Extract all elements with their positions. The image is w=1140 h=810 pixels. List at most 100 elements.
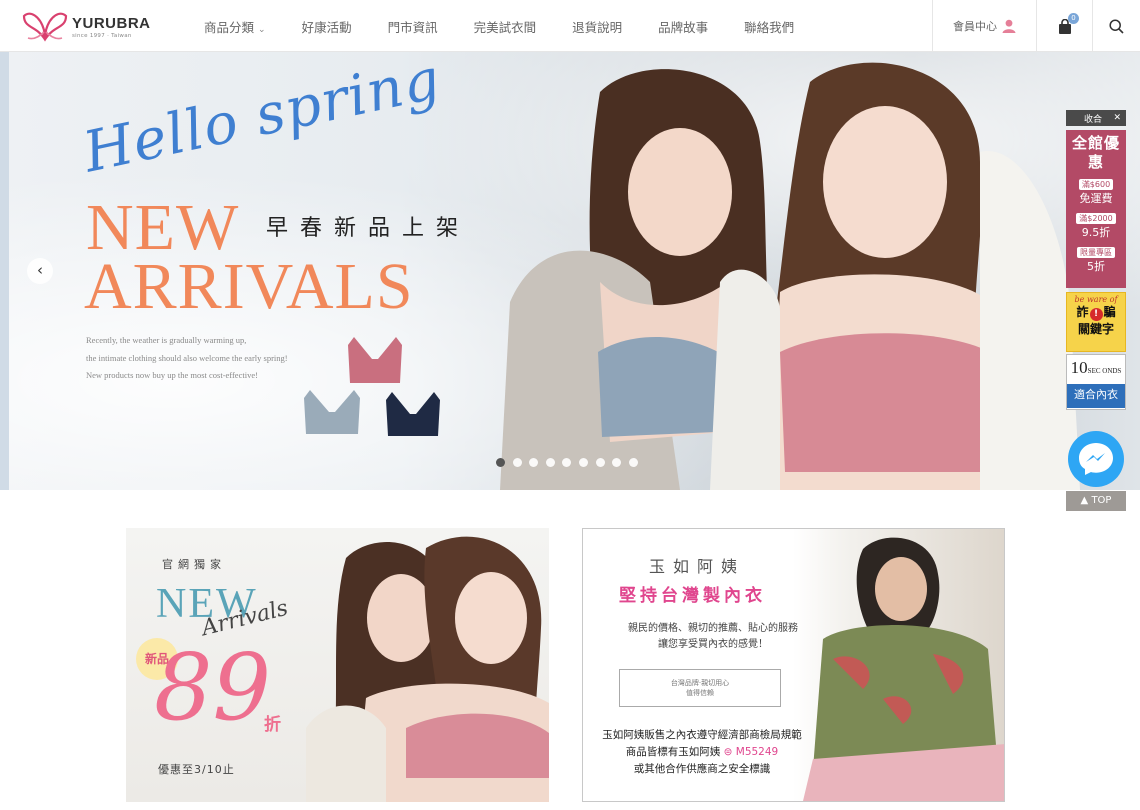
ten-seconds-logo: 10SEC ONDS [1067,355,1125,384]
nav-item-contact[interactable]: 聯絡我們 [744,17,794,36]
gray-bra-image [304,390,360,434]
fraud-char: 騙 [1103,305,1116,319]
hero-tagline: 早春新品上架 [266,216,471,241]
sec-number: 10 [1070,358,1088,377]
slide-dot[interactable] [628,458,638,467]
hero-prev-arrow[interactable]: ‹ [27,258,53,284]
brand-logo[interactable]: YURUBRA since 1997 · Taiwan [22,8,150,44]
site-promo-panel[interactable]: 全館優惠 滿$600 免運費 滿$2000 9.5折 限量專區 5折 [1066,130,1126,288]
fit-button-label: 適合內衣 [1067,384,1125,408]
pink-bra-image [348,337,402,383]
user-icon [1002,19,1016,33]
hero-pagination [496,458,645,467]
main-nav: 商品分類 ⌄ 好康活動 門市資訊 完美試衣間 退貨說明 品牌故事 聯絡我們 [186,0,812,52]
hero-description: Recently, the weather is gradually warmi… [86,332,288,385]
promo-models-image [306,536,549,802]
promo-title: 全館優惠 [1071,134,1120,171]
fraud-top-text: be ware of [1074,295,1118,304]
trust-line: 值得信賴 [686,689,714,697]
messenger-icon [1079,443,1113,475]
new-arrivals-promo-card[interactable]: 官網獨家 NEW Arrivals 新品 89 折 優惠至3/10止 [126,528,549,802]
brand-story-card[interactable]: 玉如阿姨 堅持台灣製內衣 親民的價格、親切的推薦、貼心的服務 讓您享受買內衣的感… [582,528,1005,802]
brand-name: YURUBRA [72,15,151,32]
collapse-button[interactable]: 收合 ✕ [1066,110,1126,126]
safety-line: 玉如阿姨販售之內衣遵守經濟部商檢局規範 [602,729,802,741]
service-line: 讓您享受買內衣的感覺！ [658,639,768,650]
inspection-mark-icon: ⊜ [723,746,733,758]
top-label: TOP [1091,495,1112,506]
cart-count-badge: 0 [1068,13,1079,24]
discount-unit: 折 [264,715,281,735]
nav-item-fitting-room[interactable]: 完美試衣間 [474,17,537,36]
collapse-label: 收合 [1084,114,1103,125]
header-actions: 會員中心 0 [932,0,1140,52]
slide-dot[interactable] [512,458,522,467]
hero-desc-line: New products now buy up the most cost-ef… [86,370,258,380]
nav-item-brand-story[interactable]: 品牌故事 [658,17,708,36]
nav-item-categories[interactable]: 商品分類 ⌄ [204,17,266,36]
fraud-char: 詐 [1076,305,1089,319]
promo-value: 5折 [1087,260,1105,273]
navy-bra-image [386,392,440,436]
alert-icon: ! [1089,308,1103,321]
slide-dot[interactable] [545,458,555,467]
promo-value: 免運費 [1079,192,1113,205]
back-to-top-button[interactable]: ▲ TOP [1066,491,1126,511]
search-button[interactable] [1092,0,1140,52]
side-widgets: 收合 ✕ 全館優惠 滿$600 免運費 滿$2000 9.5折 限量專區 5折 … [1066,110,1126,410]
hero-banner[interactable]: Hello spring NEW 早春新品上架 ARRIVALS Recentl… [0,52,1140,490]
exclusive-label: 官網獨家 [162,558,226,571]
slide-dot[interactable] [496,458,505,467]
ten-seconds-fit-panel[interactable]: 10SEC ONDS 適合內衣 [1066,354,1126,410]
nav-item-stores[interactable]: 門市資訊 [388,17,438,36]
butterfly-logo-icon [22,12,68,42]
promo-tag: 滿$2000 [1076,213,1116,224]
slide-dot[interactable] [529,458,539,467]
inspection-code: M55249 [735,746,779,758]
discount-number: 89 [154,634,272,741]
caret-up-icon: ▲ [1080,495,1089,506]
nav-item-returns[interactable]: 退貨說明 [572,17,622,36]
brand-founder-name: 玉如阿姨 [649,557,746,576]
sec-unit: SEC ONDS [1087,367,1122,375]
hero-title-line2: ARRIVALS [84,250,414,323]
fraud-bottom-text: 關鍵字 [1077,322,1114,336]
promo-value: 9.5折 [1081,226,1111,239]
nav-item-promotions[interactable]: 好康活動 [302,17,352,36]
service-line: 親民的價格、親切的推薦、貼心的服務 [628,623,798,634]
slide-dot[interactable] [595,458,605,467]
hero-edge [0,52,9,490]
site-header: YURUBRA since 1997 · Taiwan 商品分類 ⌄ 好康活動 門… [0,0,1140,52]
hero-desc-line: Recently, the weather is gradually warmi… [86,335,247,345]
member-center-button[interactable]: 會員中心 [932,0,1036,52]
slide-dot[interactable] [562,458,572,467]
nav-item-label: 商品分類 [204,19,255,35]
trust-line: 台灣品牌·親切用心 [670,679,730,687]
founder-photo [793,529,1004,801]
chevron-down-icon: ⌄ [258,24,266,35]
fraud-warning-panel[interactable]: be ware of 詐! 騙 關鍵字 [1066,292,1126,352]
founder-image [803,537,1004,801]
safety-line: 商品皆標有玉如阿姨 ⊜ M55249 [589,744,815,761]
fit-label: 適合內衣 [1074,388,1118,401]
close-icon: ✕ [1113,113,1121,123]
service-text: 親民的價格、親切的推薦、貼心的服務 讓您享受買內衣的感覺！ [603,621,823,653]
promo-tag: 滿$600 [1078,179,1114,190]
safety-notice: 玉如阿姨販售之內衣遵守經濟部商檢局規範 商品皆標有玉如阿姨 ⊜ M55249 或… [589,727,815,778]
member-center-label: 會員中心 [953,20,997,33]
fraud-mid-text: 詐! 騙 [1067,304,1125,321]
messenger-chat-button[interactable] [1068,431,1124,487]
made-in-taiwan-slogan: 堅持台灣製內衣 [619,586,766,606]
safety-line: 或其他合作供應商之安全標識 [633,763,771,775]
hero-models-image [500,62,1080,490]
promo-end-date: 優惠至3/10止 [158,763,235,776]
slide-dot[interactable] [578,458,588,467]
slide-dot[interactable] [612,458,622,467]
trust-box: 台灣品牌·親切用心 值得信賴 [619,669,781,707]
brand-subtitle: since 1997 · Taiwan [72,33,132,39]
search-icon [1109,18,1124,34]
cart-button[interactable]: 0 [1036,0,1092,52]
promo-tag: 限量專區 [1077,247,1115,258]
safety-line-text: 商品皆標有玉如阿姨 [625,746,721,758]
hero-desc-line: the intimate clothing should also welcom… [86,352,288,363]
